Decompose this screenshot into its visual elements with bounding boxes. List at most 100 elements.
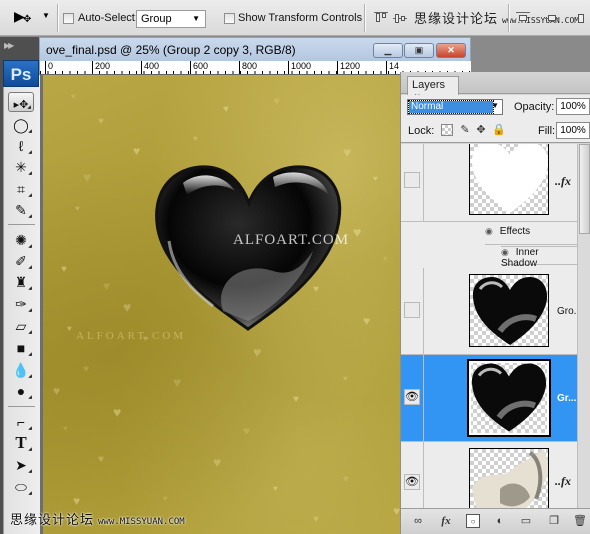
new-group-icon[interactable]: ▭	[519, 514, 533, 528]
new-layer-icon[interactable]: ❐	[547, 514, 561, 528]
tool-preset-picker[interactable]: ▶ ✥ ▼	[14, 8, 50, 28]
distribute-top-icon[interactable]	[516, 12, 530, 24]
divider	[364, 4, 365, 32]
maximize-button[interactable]: ▣	[404, 43, 434, 58]
distribute-vcenter-icon[interactable]	[545, 12, 559, 24]
close-button[interactable]: ✕	[436, 43, 466, 58]
maximize-icon: ▣	[414, 45, 424, 55]
document-title: ove_final.psd @ 25% (Group 2 copy 3, RGB…	[46, 43, 296, 57]
visibility-toggle[interactable]: 👁	[404, 389, 420, 405]
bokeh-heart: ♥	[98, 454, 104, 465]
pen-tool[interactable]: ⌐	[8, 412, 34, 432]
add-mask-icon[interactable]: ○	[466, 514, 480, 528]
layer-row[interactable]: ..fx	[401, 144, 577, 222]
visibility-toggle[interactable]	[404, 172, 420, 188]
eye-icon[interactable]: ◉	[485, 226, 497, 237]
auto-select-checkbox[interactable]	[63, 13, 74, 24]
eraser-tool[interactable]: ▱	[8, 316, 34, 336]
lock-pixels-brush-icon[interactable]: ✎	[459, 124, 471, 136]
link-layers-icon[interactable]: ∞	[411, 514, 425, 528]
layer-thumbnail	[469, 144, 549, 215]
blur-tool[interactable]: 💧	[8, 360, 34, 380]
bokeh-heart: ♥	[123, 299, 132, 315]
marquee-tool[interactable]: ◯	[8, 115, 34, 135]
bokeh-heart: ♥	[53, 384, 61, 398]
layer-name[interactable]: Gro...	[557, 306, 577, 317]
brush-icon: ✐	[15, 253, 27, 269]
bokeh-heart: ♥	[67, 324, 72, 333]
clone-stamp-tool[interactable]: ♜	[8, 272, 34, 292]
photoshop-logo[interactable]: Ps	[3, 60, 39, 87]
path-selection-icon: ➤	[15, 457, 27, 473]
magic-wand-tool[interactable]: ✳	[8, 157, 34, 177]
layer-gutter	[423, 268, 424, 354]
effect-item-row[interactable]: ◉ Inner Shadow	[501, 246, 577, 269]
bokeh-heart: ♥	[293, 394, 299, 405]
silver-smoke-thumb	[472, 449, 548, 508]
crop-tool[interactable]: ⌗	[8, 179, 34, 199]
move-tool[interactable]: ▸✥	[8, 92, 34, 112]
bottom-watermark-url: www.MISSYUAN.COM	[98, 517, 185, 527]
gradient-tool[interactable]: ■	[8, 338, 34, 358]
layer-fx-badge[interactable]: ..fx	[555, 474, 571, 489]
align-top-icon[interactable]	[374, 12, 388, 24]
opacity-input[interactable]: 100%	[556, 98, 590, 115]
effects-row[interactable]: ◉ Effects	[485, 226, 577, 245]
bokeh-heart: ♥	[353, 224, 362, 240]
path-selection-tool[interactable]: ➤	[8, 455, 34, 475]
bokeh-heart: ♥	[223, 104, 229, 115]
tab-layers-label: Layers	[412, 79, 446, 91]
ruler-label: 1200	[337, 61, 360, 74]
fill-label: Fill:	[538, 125, 556, 137]
bokeh-heart: ♥	[98, 116, 104, 127]
minimize-button[interactable]: ▁	[373, 43, 403, 58]
bokeh-heart: ♥	[343, 374, 348, 383]
layer-fx-badge[interactable]: ..fx	[555, 174, 571, 189]
layer-row[interactable]: Gro...	[401, 268, 577, 355]
lock-transparency-icon[interactable]	[441, 124, 453, 136]
lasso-tool[interactable]: ℓ	[8, 136, 34, 156]
layer-row-selected[interactable]: 👁 Gr...	[401, 355, 577, 442]
scrollbar-thumb[interactable]	[579, 144, 590, 234]
panel-collapse-icon[interactable]: ▶▶	[4, 41, 14, 50]
layer-row[interactable]: 👁 ..fx	[401, 442, 577, 508]
auto-select-label: Auto-Select:	[78, 12, 138, 24]
spot-healing-tool[interactable]: ✺	[8, 230, 34, 250]
move-cross-icon: ✥	[23, 14, 32, 25]
lock-all-icon[interactable]: 🔒	[492, 124, 506, 136]
layers-scrollbar[interactable]	[577, 144, 590, 508]
ruler-label: 200	[92, 61, 110, 74]
visibility-toggle[interactable]: 👁	[404, 474, 420, 490]
blend-mode-dropdown[interactable]: Normal ▼	[407, 99, 503, 115]
watermark-url: www.MISSYUAN.COM	[502, 16, 580, 25]
brush-tool[interactable]: ✐	[8, 251, 34, 271]
layers-panel-footer: ∞ fx ○ ◐ ▭ ❐ 🗑	[401, 508, 590, 534]
fill-input[interactable]: 100%	[556, 122, 590, 139]
eyedropper-tool[interactable]: ✎	[8, 200, 34, 220]
ruler-label: 0	[45, 61, 53, 74]
type-tool[interactable]: T	[8, 433, 34, 453]
add-layer-style-icon[interactable]: fx	[439, 514, 453, 528]
eye-icon[interactable]: ◉	[501, 247, 513, 258]
bokeh-heart: ♥	[373, 174, 378, 183]
lock-position-icon[interactable]: ✥	[475, 124, 487, 136]
auto-select-dropdown[interactable]: Group ▼	[136, 10, 206, 28]
tab-layers[interactable]: Layers ×	[407, 76, 459, 103]
document-title-bar[interactable]: ove_final.psd @ 25% (Group 2 copy 3, RGB…	[39, 37, 471, 61]
adjustment-layer-icon[interactable]: ◐	[493, 514, 507, 528]
layer-name[interactable]: Gr...	[557, 393, 576, 404]
canvas-watermark-main: ALFOART.COM	[233, 232, 350, 248]
show-transform-checkbox[interactable]	[224, 13, 235, 24]
bokeh-heart: ♥	[213, 454, 222, 470]
black-heart-thumb	[472, 277, 548, 345]
distribute-bottom-icon[interactable]	[578, 12, 590, 24]
dodge-tool[interactable]: ●	[8, 381, 34, 401]
bokeh-heart: ♥	[71, 92, 76, 101]
align-vcenter-icon[interactable]	[393, 12, 407, 24]
visibility-toggle[interactable]	[404, 302, 420, 318]
bokeh-heart: ♥	[113, 404, 122, 420]
history-brush-tool[interactable]: ✑	[8, 294, 34, 314]
delete-layer-icon[interactable]: 🗑	[573, 514, 587, 528]
ellipse-tool[interactable]: ⬭	[8, 477, 34, 497]
ruler-label: 14	[386, 61, 399, 74]
